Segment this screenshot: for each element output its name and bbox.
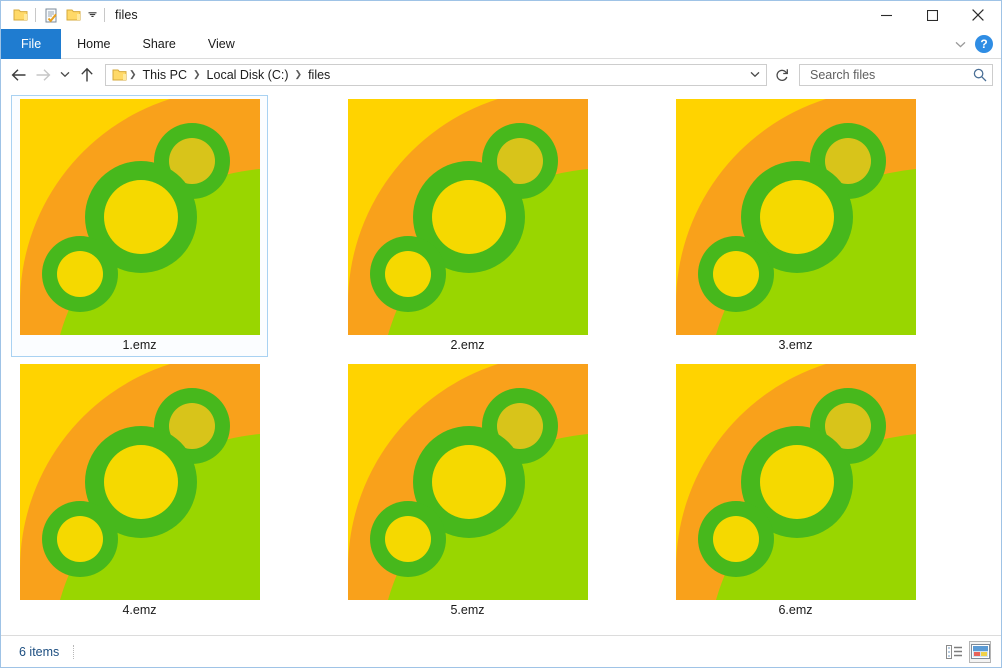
thumbnail-peazip-logo xyxy=(676,364,916,600)
thumbnail-peazip-logo xyxy=(348,364,588,600)
file-name-label: 6.emz xyxy=(778,603,812,617)
search-box[interactable] xyxy=(799,64,993,86)
search-icon[interactable] xyxy=(972,68,988,82)
details-view-button[interactable] xyxy=(943,641,965,663)
list-icon xyxy=(946,645,963,659)
new-folder-icon[interactable] xyxy=(62,4,84,26)
search-input[interactable] xyxy=(808,67,972,83)
thumbnail-peazip-logo xyxy=(348,99,588,335)
thumbnail-peazip-logo xyxy=(676,99,916,335)
quick-access-dropdown-icon[interactable] xyxy=(84,4,100,26)
breadcrumb-item-local-disk[interactable]: Local Disk (C:) xyxy=(202,68,294,82)
divider xyxy=(73,645,74,659)
maximize-button[interactable] xyxy=(909,1,955,29)
file-name-label: 5.emz xyxy=(450,603,484,617)
minimize-button[interactable] xyxy=(863,1,909,29)
file-explorer-window: files File Home Share View ? xyxy=(0,0,1002,668)
breadcrumb-item-this-pc[interactable]: This PC xyxy=(138,68,192,82)
breadcrumb-dropdown-icon[interactable] xyxy=(746,65,764,85)
file-tile[interactable]: 4.emz xyxy=(11,360,268,622)
breadcrumb-separator: ❯ xyxy=(128,69,138,80)
quick-access-toolbar: files xyxy=(1,1,138,29)
file-name-label: 2.emz xyxy=(450,338,484,352)
thumbnail-peazip-logo xyxy=(20,364,260,600)
file-tile[interactable]: 2.emz xyxy=(339,95,596,357)
thumbnail-peazip-logo xyxy=(20,99,260,335)
help-button[interactable]: ? xyxy=(975,35,993,53)
refresh-button[interactable] xyxy=(771,64,793,86)
item-count-label: 6 items xyxy=(19,645,59,659)
up-button[interactable] xyxy=(75,63,99,87)
file-tile[interactable]: 3.emz xyxy=(667,95,924,357)
breadcrumb-separator: ❯ xyxy=(294,69,304,80)
chevron-down-icon[interactable] xyxy=(949,33,971,55)
divider xyxy=(35,8,36,22)
file-tile[interactable]: 5.emz xyxy=(339,360,596,622)
large-icons-view-button[interactable] xyxy=(969,641,991,663)
tab-view[interactable]: View xyxy=(192,29,251,59)
divider xyxy=(104,8,105,22)
tab-share[interactable]: Share xyxy=(127,29,192,59)
breadcrumb-separator: ❯ xyxy=(192,69,202,80)
folder-icon[interactable] xyxy=(9,4,31,26)
window-controls xyxy=(863,1,1001,29)
ribbon-tabs: File Home Share View xyxy=(1,29,1001,59)
forward-button[interactable] xyxy=(31,63,55,87)
address-bar: ❯ This PC ❯ Local Disk (C:) ❯ files xyxy=(1,60,1001,89)
close-button[interactable] xyxy=(955,1,1001,29)
breadcrumb-item-files[interactable]: files xyxy=(303,68,335,82)
status-bar-left: 6 items xyxy=(1,645,74,659)
breadcrumb-bar[interactable]: ❯ This PC ❯ Local Disk (C:) ❯ files xyxy=(105,64,767,86)
file-grid: 1.emz 2.emz xyxy=(1,94,1001,625)
file-name-label: 1.emz xyxy=(122,338,156,352)
breadcrumb-folder-icon[interactable] xyxy=(110,64,128,86)
file-name-label: 4.emz xyxy=(122,603,156,617)
recent-locations-icon[interactable] xyxy=(55,63,75,87)
title-bar: files xyxy=(1,1,1001,29)
view-mode-buttons xyxy=(943,641,991,663)
file-tile[interactable]: 6.emz xyxy=(667,360,924,622)
breadcrumb: ❯ This PC ❯ Local Disk (C:) ❯ files xyxy=(110,64,746,86)
status-bar: 6 items xyxy=(1,635,1001,667)
thumbnail-icon xyxy=(971,644,990,659)
file-list-area[interactable]: 1.emz 2.emz xyxy=(1,90,1001,636)
ribbon-right-controls: ? xyxy=(949,29,997,59)
window-title: files xyxy=(115,8,138,22)
properties-icon[interactable] xyxy=(40,4,62,26)
file-name-label: 3.emz xyxy=(778,338,812,352)
ribbon-tab-strip: File Home Share View ? xyxy=(1,29,1001,59)
back-button[interactable] xyxy=(7,63,31,87)
file-tile[interactable]: 1.emz xyxy=(11,95,268,357)
tab-file[interactable]: File xyxy=(1,29,61,59)
tab-home[interactable]: Home xyxy=(61,29,126,59)
